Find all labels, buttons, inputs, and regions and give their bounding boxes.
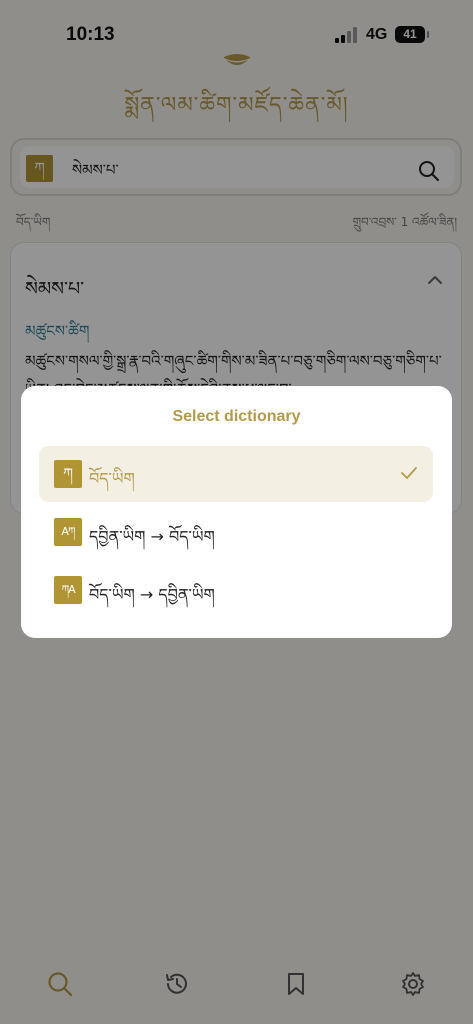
app-screen: 10:13 4G 41 སྨོན་ལམ་ཚིག་མཛོད་ཆེན་མོ། ཀ ས…: [0, 0, 473, 1024]
dictionary-badge: ཀ: [54, 460, 82, 488]
dictionary-option-tibetan-english[interactable]: ཀA བོད་ཡིག → དབྱིན་ཡིག: [39, 562, 433, 618]
dialog-title: Select dictionary: [172, 408, 301, 425]
dictionary-badge: ཀA: [54, 576, 82, 604]
dictionary-option-english-tibetan[interactable]: Aཀ དབྱིན་ཡིག → བོད་ཡིག: [39, 504, 433, 560]
option-label: བོད་ཡིག: [89, 469, 135, 488]
dictionary-option-tibetan[interactable]: ཀ བོད་ཡིག: [39, 446, 433, 502]
select-dictionary-dialog: Select dictionary ཀ བོད་ཡིག Aཀ དབྱིན་ཡིག…: [21, 386, 452, 638]
option-label: བོད་ཡིག → དབྱིན་ཡིག: [89, 585, 215, 604]
checkmark-icon: [401, 467, 417, 479]
option-label: དབྱིན་ཡིག → བོད་ཡིག: [89, 527, 215, 546]
dictionary-badge: Aཀ: [54, 518, 82, 546]
